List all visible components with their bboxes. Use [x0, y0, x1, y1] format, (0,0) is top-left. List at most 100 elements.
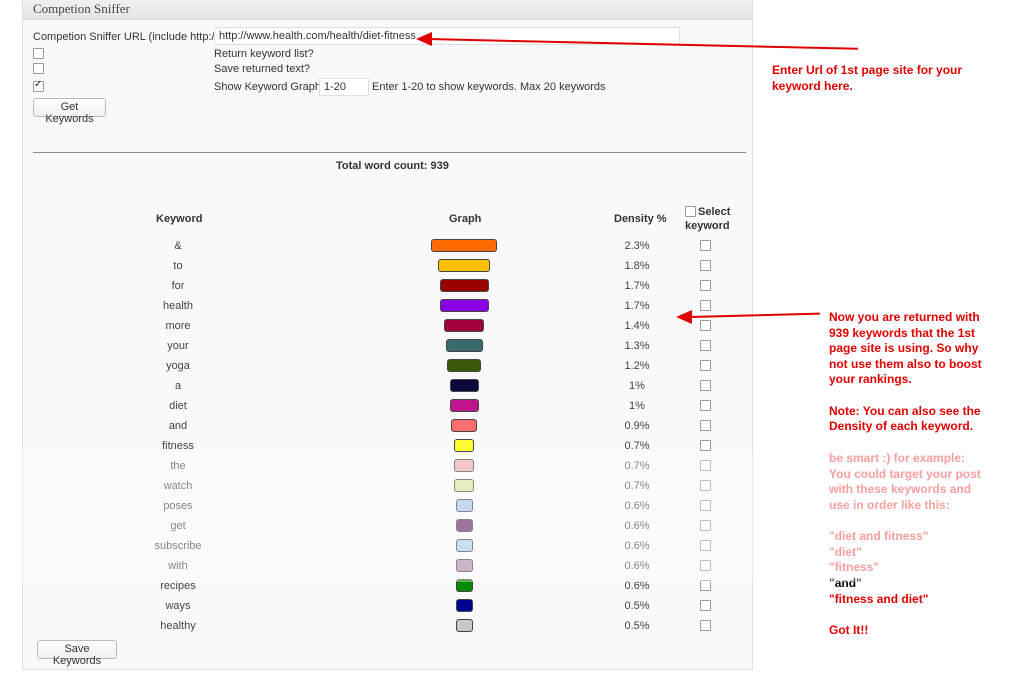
keyword-cell: to [173, 260, 183, 272]
select-keyword-checkbox[interactable] [700, 300, 711, 311]
annotation-line: be smart :) for example: [829, 451, 966, 465]
density-bar [454, 439, 474, 452]
density-bar [456, 619, 473, 632]
density-cell: 0.6% [624, 540, 650, 552]
keyword-cell: & [174, 240, 182, 252]
competition-sniffer-panel: Competion Sniffer Competion Sniffer URL … [22, 0, 753, 670]
keyword-cell: health [163, 300, 193, 312]
return-keyword-list-checkbox[interactable] [33, 48, 44, 59]
density-bar [444, 319, 484, 332]
density-cell: 1.7% [624, 280, 650, 292]
examples-dark-annotation: "and" [829, 576, 862, 592]
density-bar [456, 559, 473, 572]
density-bar [454, 459, 474, 472]
density-bar [431, 239, 497, 252]
density-bar [456, 579, 473, 592]
select-keyword-checkbox[interactable] [700, 500, 711, 511]
keyword-cell: fitness [162, 440, 194, 452]
density-cell: 0.6% [624, 500, 650, 512]
density-cell: 0.5% [624, 600, 650, 612]
density-bar [447, 359, 481, 372]
density-cell: 1.4% [624, 320, 650, 332]
keyword-cell: more [165, 320, 191, 332]
density-bar [456, 519, 473, 532]
panel-header: Competion Sniffer [23, 0, 752, 20]
results-divider [33, 152, 746, 153]
annotation-line: with these keywords and [829, 482, 972, 497]
keyword-cell: poses [163, 500, 193, 512]
mid-annotation: Now you are returned with 939 keywords t… [829, 310, 982, 435]
density-cell: 1% [629, 380, 645, 392]
select-keyword-checkbox[interactable] [700, 260, 711, 271]
density-bar [446, 339, 483, 352]
keyword-cell: with [168, 560, 188, 572]
select-keyword-checkbox[interactable] [700, 440, 711, 451]
annotation-line: "fitness" [829, 560, 880, 575]
select-keyword-checkbox[interactable] [700, 360, 711, 371]
select-keyword-checkbox[interactable] [700, 340, 711, 351]
select-keyword-checkbox[interactable] [700, 520, 711, 531]
density-bar [438, 259, 490, 272]
select-keyword-checkbox[interactable] [700, 540, 711, 551]
select-keyword-checkbox[interactable] [700, 560, 711, 571]
keyword-column-header: Keyword [156, 213, 203, 225]
annotation-line: Now you are returned with [829, 310, 980, 324]
keyword-cell: watch [163, 480, 193, 492]
select-keyword-checkbox[interactable] [700, 280, 711, 291]
annotation-line: not use them also to boost [829, 356, 982, 371]
keyword-cell: get [170, 520, 186, 532]
select-keyword-checkbox[interactable] [700, 380, 711, 391]
density-cell: 0.6% [624, 520, 650, 532]
annotation-line: use in order like this: [829, 497, 950, 512]
select-keyword-checkbox[interactable] [700, 600, 711, 611]
density-cell: 0.7% [624, 440, 650, 452]
tip-annotation: be smart :) for example: You could targe… [829, 451, 981, 576]
density-cell: 2.3% [624, 240, 650, 252]
select-keyword-checkbox[interactable] [700, 580, 711, 591]
density-cell: 0.7% [624, 480, 650, 492]
density-cell: 0.9% [624, 420, 650, 432]
panel-title: Competion Sniffer [33, 1, 130, 16]
density-cell: 0.6% [624, 560, 650, 572]
get-keywords-button[interactable]: Get Keywords [33, 98, 106, 125]
annotation-line: Enter Url of 1st page site for your [772, 63, 963, 77]
keyword-cell: subscribe [154, 540, 202, 552]
density-cell: 1.2% [624, 360, 650, 372]
save-returned-text-label: Save returned text? [214, 63, 311, 75]
annotation-closing: Got It!! [829, 623, 869, 638]
select-keyword-checkbox[interactable] [700, 420, 711, 431]
annotation-line: "fitness and diet" [829, 592, 929, 606]
density-bar [456, 599, 473, 612]
select-keyword-checkbox[interactable] [700, 460, 711, 471]
annotation-line: page site is using. So why [829, 341, 979, 356]
select-column-header-2: keyword [685, 220, 730, 232]
select-keyword-checkbox[interactable] [700, 320, 711, 331]
density-bar [451, 419, 477, 432]
select-keyword-checkbox[interactable] [700, 620, 711, 631]
density-cell: 1% [629, 400, 645, 412]
url-label: Competion Sniffer URL (include http://) [33, 31, 222, 43]
keyword-cell: diet [169, 400, 187, 412]
top-arrow-head [416, 32, 432, 46]
save-returned-text-checkbox[interactable] [33, 63, 44, 74]
density-bar [440, 279, 489, 292]
keyword-cell: a [174, 380, 182, 392]
select-keyword-checkbox[interactable] [700, 480, 711, 491]
show-keyword-graph-label: Show Keyword Graph [214, 81, 321, 93]
keyword-cell: your [167, 340, 189, 352]
density-column-header: Density % [614, 213, 667, 225]
density-cell: 1.7% [624, 300, 650, 312]
select-all-checkbox[interactable] [685, 206, 696, 217]
density-cell: 1.8% [624, 260, 650, 272]
graph-range-input[interactable] [319, 78, 369, 96]
annotation-line: You could target your post [829, 466, 981, 481]
select-keyword-checkbox[interactable] [700, 400, 711, 411]
show-keyword-graph-checkbox[interactable] [33, 79, 44, 92]
density-bar [450, 379, 479, 392]
annotation-line: keyword here. [772, 78, 853, 93]
select-keyword-checkbox[interactable] [700, 240, 711, 251]
graph-range-hint: Enter 1-20 to show keywords. Max 20 keyw… [372, 81, 606, 93]
keyword-cell: and [168, 420, 188, 432]
mid-arrow-head [676, 310, 692, 324]
save-keywords-button[interactable]: Save Keywords [37, 640, 117, 667]
